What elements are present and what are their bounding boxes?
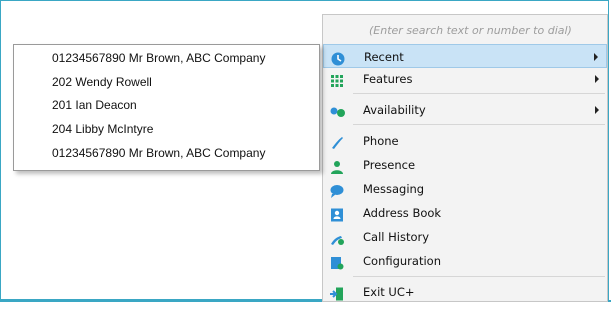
phone-icon bbox=[330, 134, 344, 149]
menu-item-address-book[interactable]: Address Book bbox=[323, 201, 607, 225]
recent-item[interactable]: 01234567890 Mr Brown, ABC Company bbox=[52, 47, 265, 69]
menu-item-availability[interactable]: Availability bbox=[323, 98, 607, 122]
clock-icon bbox=[331, 50, 345, 66]
menu-item-label: Recent bbox=[364, 50, 404, 64]
recent-item[interactable]: 201 Ian Deacon bbox=[52, 94, 137, 116]
menu-item-label: Phone bbox=[363, 134, 399, 148]
recent-item[interactable]: 202 Wendy Rowell bbox=[52, 71, 152, 93]
chat-bubble-icon bbox=[330, 182, 344, 198]
menu-item-presence[interactable]: Presence bbox=[323, 153, 607, 177]
recent-item[interactable]: 204 Libby McIntyre bbox=[52, 118, 153, 140]
menu-item-label: Availability bbox=[363, 103, 426, 117]
menu-item-label: Call History bbox=[363, 230, 430, 244]
menu-item-configuration[interactable]: Configuration bbox=[323, 249, 607, 273]
call-history-icon bbox=[330, 230, 344, 245]
menu-separator bbox=[353, 124, 605, 125]
menu-item-call-history[interactable]: Call History bbox=[323, 225, 607, 249]
menu-item-features[interactable]: Features bbox=[323, 67, 607, 91]
menu-item-label: Presence bbox=[363, 158, 416, 172]
exit-door-icon bbox=[330, 285, 344, 301]
menu-separator bbox=[353, 93, 605, 94]
person-icon bbox=[330, 158, 344, 174]
grid-icon bbox=[330, 72, 344, 87]
search-input[interactable]: (Enter search text or number to dial) bbox=[367, 19, 605, 43]
menu-item-label: Address Book bbox=[363, 206, 442, 220]
submenu-arrow-icon bbox=[595, 75, 599, 83]
menu-item-label: Features bbox=[363, 72, 413, 86]
menu-item-label: Exit UC+ bbox=[363, 285, 415, 299]
submenu-arrow-icon bbox=[595, 106, 599, 114]
availability-icon bbox=[330, 103, 345, 117]
recent-item[interactable]: 01234567890 Mr Brown, ABC Company bbox=[52, 142, 265, 164]
menu-item-phone[interactable]: Phone bbox=[323, 129, 607, 153]
menu-item-recent[interactable]: Recent bbox=[323, 44, 607, 68]
address-book-icon bbox=[330, 206, 344, 222]
configuration-icon bbox=[330, 254, 344, 270]
submenu-arrow-icon bbox=[594, 53, 598, 61]
menu-item-label: Configuration bbox=[363, 254, 441, 268]
menu-separator bbox=[353, 276, 605, 277]
menu-item-messaging[interactable]: Messaging bbox=[323, 177, 607, 201]
menu-item-label: Messaging bbox=[363, 182, 425, 196]
menu-item-exit[interactable]: Exit UC+ bbox=[323, 280, 607, 304]
